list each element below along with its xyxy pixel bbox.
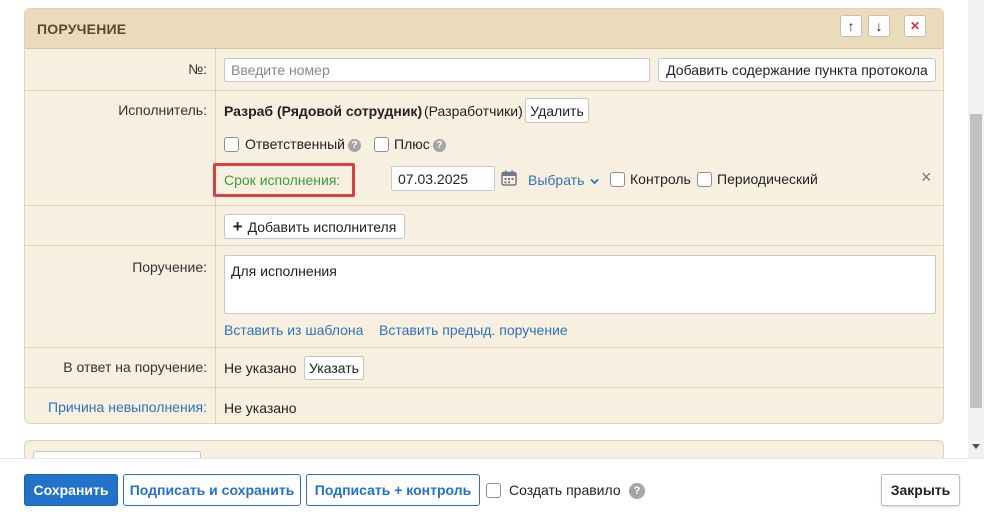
sign-and-control-button[interactable]: Подписать + контроль (306, 474, 480, 506)
add-executor-label: Добавить исполнителя (247, 218, 397, 235)
save-button[interactable]: Сохранить (24, 474, 118, 506)
order-label: Поручение: (132, 259, 207, 275)
close-button[interactable]: Закрыть (881, 474, 960, 506)
close-icon: ✕ (909, 19, 921, 33)
panel-title: ПОРУЧЕНИЕ (37, 21, 127, 37)
chevron-down-icon (590, 178, 599, 185)
insert-previous-order-link[interactable]: Вставить предыд. поручение (379, 322, 568, 338)
reply-row: В ответ на поручение: Не указано Указать (25, 348, 943, 388)
periodic-label: Периодический (717, 171, 818, 187)
reason-row: Причина невыполнения: Не указано (25, 388, 943, 423)
calendar-icon[interactable] (501, 170, 517, 186)
panel-header: ПОРУЧЕНИЕ ↑ ↓ ✕ (25, 9, 943, 49)
periodic-checkbox[interactable] (697, 172, 712, 187)
deadline-label: Срок исполнения: (224, 172, 341, 188)
control-label: Контроль (630, 171, 691, 187)
scrollbar-thumb[interactable] (970, 114, 982, 408)
plus-label: Плюс (394, 136, 430, 152)
order-textarea[interactable]: Для исполнения (224, 255, 936, 314)
executor-department: (Разработчики) (424, 103, 523, 119)
executor-name: Разраб (Рядовой сотрудник) (224, 103, 423, 119)
reply-label: В ответ на поручение: (63, 359, 207, 375)
order-panel: ПОРУЧЕНИЕ ↑ ↓ ✕ №: Добавить содержание п… (24, 8, 944, 424)
create-rule-help-icon[interactable]: ? (629, 483, 645, 499)
responsible-checkbox[interactable] (224, 137, 239, 152)
executor-row: Исполнитель: Разраб (Рядовой сотрудник) … (25, 91, 943, 206)
move-up-button[interactable]: ↑ (840, 15, 862, 37)
arrow-up-icon: ↑ (847, 18, 855, 34)
plus-icon: + (232, 216, 243, 236)
sign-and-save-button[interactable]: Подписать и сохранить (123, 474, 301, 506)
add-executor-button[interactable]: + Добавить исполнителя (224, 214, 405, 239)
plus-help-icon[interactable]: ? (433, 139, 446, 152)
choose-date-label: Выбрать (528, 172, 585, 188)
number-label: №: (188, 61, 207, 77)
footer-bar: Сохранить Подписать и сохранить Подписат… (0, 458, 984, 521)
reply-value: Не указано (224, 360, 297, 376)
choose-date-dropdown[interactable]: Выбрать (528, 172, 599, 188)
order-row: Поручение: Для исполнения Вставить из ша… (25, 246, 943, 348)
create-rule-checkbox[interactable] (486, 483, 501, 498)
move-down-button[interactable]: ↓ (868, 15, 890, 37)
scroll-down-icon[interactable] (971, 443, 981, 451)
plus-checkbox[interactable] (374, 137, 389, 152)
control-checkbox[interactable] (610, 172, 625, 187)
insert-from-template-link[interactable]: Вставить из шаблона (224, 322, 363, 338)
specify-reply-button[interactable]: Указать (304, 356, 364, 380)
deadline-date-input[interactable] (391, 166, 495, 191)
create-rule-label: Создать правило (509, 482, 621, 498)
responsible-help-icon[interactable]: ? (348, 139, 361, 152)
add-protocol-content-button[interactable]: Добавить содержание пункта протокола (658, 58, 936, 82)
arrow-down-icon: ↓ (875, 18, 883, 34)
remove-panel-button[interactable]: ✕ (904, 15, 926, 37)
number-row: №: Добавить содержание пункта протокола (25, 49, 943, 91)
delete-executor-button[interactable]: Удалить (525, 98, 589, 123)
responsible-label: Ответственный (245, 136, 345, 152)
number-input[interactable] (224, 58, 650, 82)
add-executor-row: + Добавить исполнителя (25, 206, 943, 246)
reason-value: Не указано (224, 400, 297, 416)
executor-label: Исполнитель: (118, 102, 207, 118)
remove-executor-icon[interactable]: × (921, 167, 932, 188)
reason-label-link[interactable]: Причина невыполнения: (48, 399, 207, 415)
